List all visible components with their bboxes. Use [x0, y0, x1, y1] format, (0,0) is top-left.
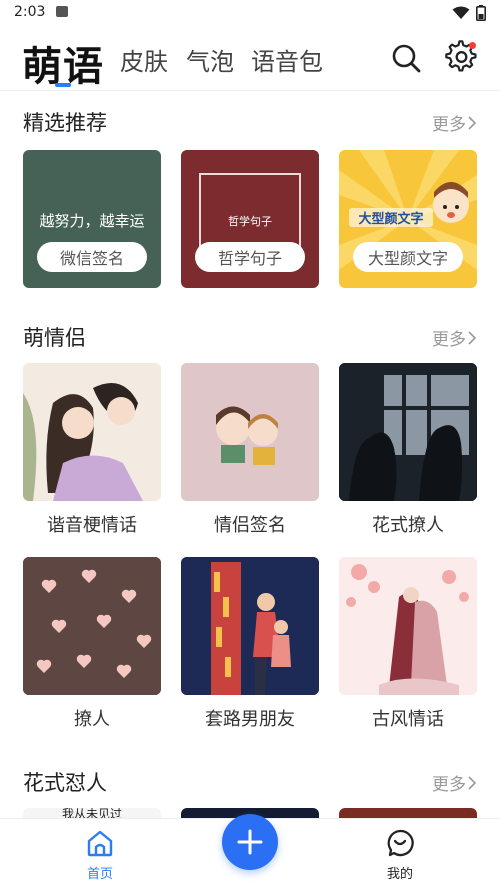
card-pun-love[interactable]	[23, 363, 161, 501]
tab-active-indicator	[55, 83, 71, 87]
chevron-right-icon	[468, 775, 476, 790]
nav-home-label: 首页	[86, 867, 113, 882]
tab-voice-pack[interactable]: 语音包	[251, 42, 323, 77]
card-boyfriend-tricks[interactable]	[181, 557, 319, 695]
card-pill: 大型颜文字	[353, 242, 463, 272]
wifi-icon	[452, 6, 470, 19]
section-title-couple: 萌情侣	[23, 326, 86, 350]
status-icons	[452, 5, 486, 21]
section-title-featured: 精选推荐	[23, 111, 107, 135]
more-link-couple[interactable]: 更多	[432, 325, 476, 350]
section-title-roast: 花式怼人	[23, 771, 107, 795]
nav-mine-label: 我的	[386, 867, 413, 882]
card-label: 套路男朋友	[205, 709, 295, 730]
home-icon	[87, 830, 113, 857]
tab-skin[interactable]: 皮肤	[120, 42, 168, 77]
card-label: 古风情话	[372, 709, 444, 730]
card-couple-signature[interactable]	[181, 363, 319, 501]
illustration-image	[23, 363, 161, 501]
chevron-right-icon	[468, 330, 476, 345]
card-overlay-text: 越努力，越幸运	[39, 212, 145, 230]
hearts-image	[23, 557, 161, 695]
more-label: 更多	[432, 330, 466, 350]
image-notification-icon	[56, 6, 68, 17]
card-overlay-text: 大型颜文字	[349, 208, 433, 227]
card-label: 撩人	[74, 709, 110, 730]
photo-image	[339, 363, 477, 501]
notification-badge	[469, 42, 476, 49]
nav-home[interactable]: 首页	[60, 829, 140, 882]
battery-icon	[476, 5, 486, 21]
card-pill: 微信签名	[37, 242, 147, 272]
card-overlay-text: 哲学句子	[228, 215, 272, 228]
add-button[interactable]	[222, 814, 278, 870]
card-label: 谐音梗情话	[47, 515, 137, 536]
smile-face-icon	[387, 829, 414, 857]
tab-bubble[interactable]: 气泡	[186, 42, 234, 77]
search-icon[interactable]	[390, 42, 422, 74]
plus-icon	[237, 829, 263, 855]
more-link-featured[interactable]: 更多	[432, 110, 476, 135]
status-time: 2:03	[14, 4, 46, 20]
card-kaomoji[interactable]: 大型颜文字 大型颜文字	[339, 150, 477, 288]
chevron-right-icon	[468, 115, 476, 130]
top-nav: 萌语 皮肤 气泡 语音包	[0, 26, 500, 91]
card-flirt-style[interactable]	[339, 363, 477, 501]
more-label: 更多	[432, 775, 466, 795]
illustration-image	[181, 557, 319, 695]
nav-mine[interactable]: 我的	[360, 829, 440, 882]
card-label: 花式撩人	[372, 515, 444, 536]
status-bar: 2:03	[0, 0, 500, 26]
illustration-image	[181, 363, 319, 501]
more-label: 更多	[432, 115, 466, 135]
card-flirt[interactable]	[23, 557, 161, 695]
illustration-image	[339, 557, 477, 695]
card-pill: 哲学句子	[195, 242, 305, 272]
more-link-roast[interactable]: 更多	[432, 770, 476, 795]
card-philosophy[interactable]: 哲学句子 哲学句子	[181, 150, 319, 288]
card-label: 情侣签名	[214, 515, 286, 536]
card-wechat-signature[interactable]: 越努力，越幸运 微信签名	[23, 150, 161, 288]
card-ancient-love[interactable]	[339, 557, 477, 695]
